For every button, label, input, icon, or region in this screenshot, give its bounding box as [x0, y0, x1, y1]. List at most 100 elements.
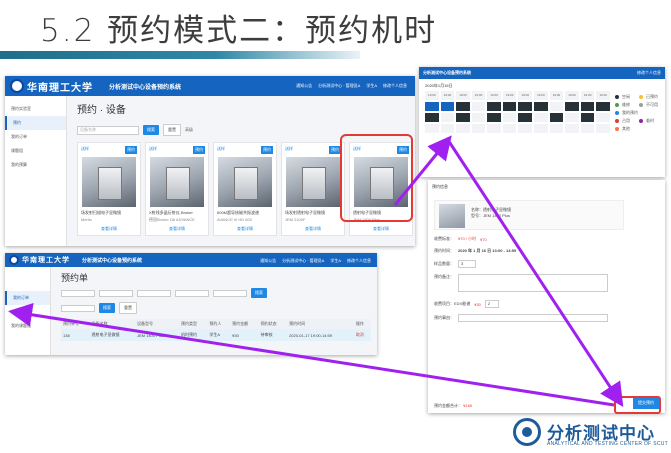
time-slot[interactable] — [596, 124, 610, 133]
sidebar-item-lab[interactable]: 预约实验室 — [5, 102, 66, 116]
sidebar-item-budget[interactable]: 我的预算 — [5, 158, 66, 172]
time-slot[interactable] — [440, 113, 455, 122]
sidebar-item-book[interactable]: 预约 — [5, 116, 66, 130]
device-card[interactable]: 送样 预约 600M超导核磁共振波谱 AVANCE III HD 600 查看详情 — [213, 142, 277, 236]
nav-notice[interactable]: 通知公告 — [296, 83, 312, 89]
filter-select[interactable] — [61, 304, 95, 312]
time-slot[interactable] — [456, 102, 470, 111]
nav-user[interactable]: 学生A — [330, 258, 341, 264]
time-slot[interactable] — [456, 113, 470, 122]
time-slot[interactable] — [487, 102, 501, 111]
nav-center[interactable]: 分析测试中心 · 管理员A — [282, 258, 324, 264]
time-slot[interactable]: 19:00 — [471, 91, 486, 100]
time-slot[interactable] — [534, 124, 548, 133]
time-slot[interactable] — [596, 113, 610, 122]
nav-profile[interactable]: 修改个人信息 — [383, 83, 407, 89]
app-header: 分析测试中心设备预约系统 修改个人信息 — [419, 67, 665, 79]
sidebar-item-my-group[interactable]: 我的课题组 — [5, 319, 50, 333]
time-slot[interactable] — [534, 113, 548, 122]
service-qty-input[interactable]: 2 — [484, 300, 499, 308]
time-slot[interactable] — [580, 102, 595, 111]
search-button-2[interactable]: 搜索 — [99, 303, 115, 313]
time-slot[interactable]: 19:00 — [534, 91, 548, 100]
time-slot[interactable]: 19:00 — [549, 91, 564, 100]
time-slot[interactable] — [487, 124, 501, 133]
nav-center[interactable]: 分析测试中心 · 管理员A — [318, 83, 360, 89]
advanced-link[interactable]: 高级 — [185, 127, 193, 133]
filter-select[interactable] — [175, 289, 209, 297]
time-slot[interactable] — [502, 124, 517, 133]
samples-input[interactable]: 3 — [458, 260, 476, 268]
time-slot[interactable]: 19:00 — [502, 91, 517, 100]
time-slot[interactable] — [487, 113, 501, 122]
note-input[interactable] — [458, 314, 608, 322]
cancel-link[interactable]: 取消 — [353, 329, 371, 341]
legend-item: 维修 不可用 — [615, 101, 663, 109]
time-slot[interactable] — [518, 102, 533, 111]
time-slot[interactable] — [518, 113, 533, 122]
time-slot[interactable]: 19:00 — [425, 91, 439, 100]
time-slot[interactable]: 19:00 — [440, 91, 455, 100]
nav-profile[interactable]: 修改个人信息 — [637, 70, 661, 76]
nav-notice[interactable]: 通知公告 — [260, 258, 276, 264]
time-slot[interactable]: 19:00 — [456, 91, 470, 100]
time-slot[interactable] — [502, 102, 517, 111]
time-slot[interactable] — [456, 124, 470, 133]
device-card[interactable]: 送样 预约 场发射扫描电子显微镜 Merlin 查看详情 — [77, 142, 141, 236]
time-slot[interactable] — [549, 113, 564, 122]
remark-textarea[interactable] — [458, 274, 608, 292]
time-slot[interactable] — [565, 124, 579, 133]
filter-select[interactable] — [61, 289, 95, 297]
detail-link[interactable]: 查看详情 — [282, 226, 344, 232]
time-slot[interactable] — [596, 102, 610, 111]
reset-button[interactable]: 重置 — [163, 124, 181, 136]
time-slot[interactable] — [471, 113, 486, 122]
sidebar-item-group[interactable]: 课题组 — [5, 305, 50, 319]
time-slot[interactable] — [580, 113, 595, 122]
time-slot-selected[interactable] — [440, 102, 455, 111]
sidebar: 预约实验室 预约 我的订单 课题组 我的预算 — [5, 96, 67, 246]
time-slot[interactable] — [471, 102, 486, 111]
book-button[interactable]: 预约 — [261, 146, 273, 154]
time-slot[interactable] — [425, 113, 439, 122]
filter-select[interactable] — [137, 289, 171, 297]
time-slot[interactable] — [549, 124, 564, 133]
filter-select[interactable] — [99, 289, 133, 297]
time-slot[interactable] — [534, 102, 548, 111]
time-slot[interactable] — [518, 124, 533, 133]
sidebar-item-orders[interactable]: 我的订单 — [5, 130, 66, 144]
detail-link[interactable]: 查看详情 — [350, 226, 412, 232]
page-title: 预约单 — [61, 273, 89, 283]
filter-select[interactable] — [213, 289, 247, 297]
time-slot[interactable] — [440, 124, 455, 133]
book-button[interactable]: 预约 — [193, 146, 205, 154]
book-button[interactable]: 预约 — [125, 146, 137, 154]
time-slot[interactable] — [565, 102, 579, 111]
time-slot[interactable] — [471, 124, 486, 133]
sidebar-item-group[interactable]: 课题组 — [5, 144, 66, 158]
search-input[interactable]: 设备名称 — [77, 125, 139, 135]
time-slot-selected[interactable] — [425, 102, 439, 111]
time-slot[interactable]: 19:00 — [565, 91, 579, 100]
search-button[interactable]: 搜索 — [143, 125, 159, 135]
reset-button[interactable]: 重置 — [119, 302, 137, 314]
time-slot[interactable]: 19:00 — [580, 91, 595, 100]
detail-link[interactable]: 查看详情 — [214, 226, 276, 232]
time-slot[interactable] — [502, 113, 517, 122]
nav-user[interactable]: 学生A — [366, 83, 377, 89]
time-slot[interactable]: 19:00 — [518, 91, 533, 100]
detail-link[interactable]: 查看详情 — [146, 226, 208, 232]
time-slot[interactable] — [549, 102, 564, 111]
table-row[interactable]: 138 透射电子显微镜 JEM 1400 Plus 机时预约 学生A ¥30 待… — [61, 329, 371, 341]
search-button[interactable]: 搜索 — [251, 288, 267, 298]
detail-link[interactable]: 查看详情 — [78, 226, 140, 232]
time-slot[interactable]: 19:00 — [596, 91, 610, 100]
time-slot[interactable] — [565, 113, 579, 122]
sidebar-item-orders[interactable]: 我的订单 — [5, 291, 50, 305]
time-slot[interactable] — [580, 124, 595, 133]
device-card[interactable]: 送样 预约 X射线多晶衍射仪-Bruker 德国Bruker D8 ADVANCE… — [145, 142, 209, 236]
time-slot[interactable] — [425, 124, 439, 133]
device-card[interactable]: 送样 预约 场发射透射电子显微镜 JEM 2100F 查看详情 — [281, 142, 345, 236]
nav-profile[interactable]: 修改个人信息 — [347, 258, 371, 264]
time-slot[interactable]: 19:00 — [487, 91, 501, 100]
